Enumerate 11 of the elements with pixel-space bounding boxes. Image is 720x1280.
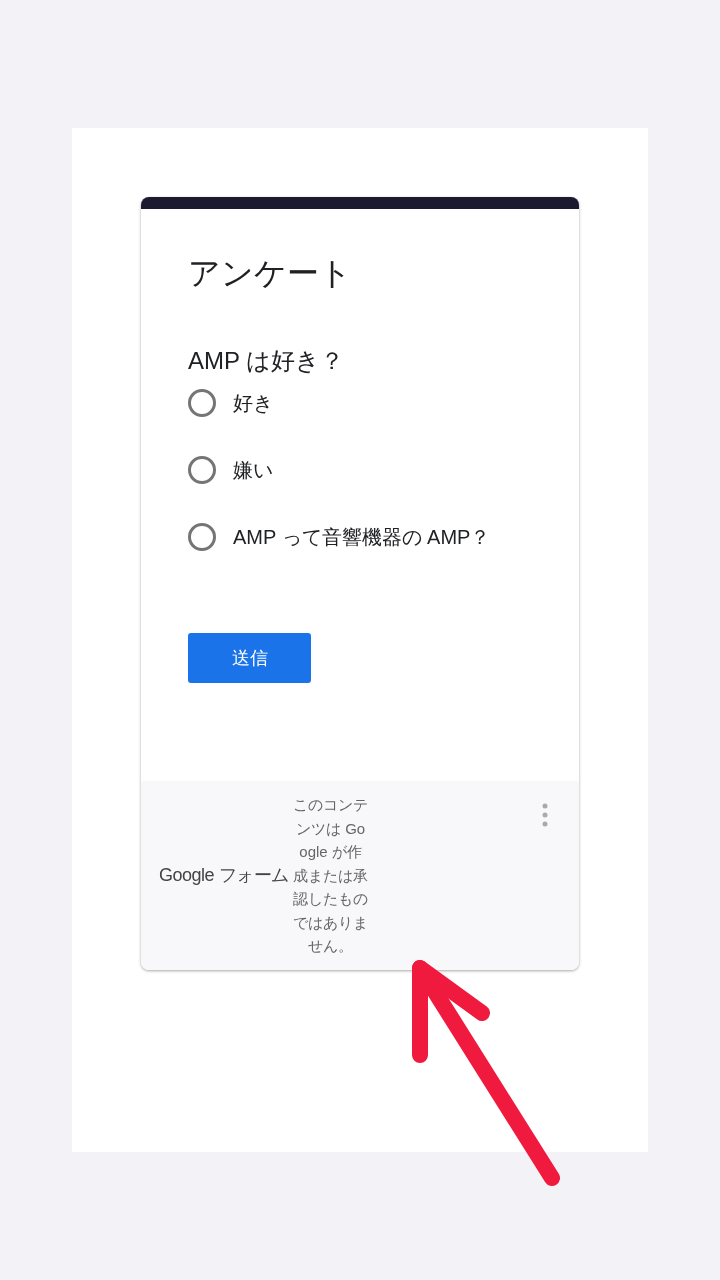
disclaimer-text: このコンテンツは Google が作成または承認したものではありません。 [292, 795, 369, 957]
brand-logo[interactable]: Google フォーム [159, 862, 289, 889]
option-label: 嫌い [233, 458, 273, 483]
form-title: アンケート [188, 254, 353, 293]
radio-button[interactable] [188, 389, 216, 417]
option-label: AMP って音響機器の AMP？ [233, 525, 491, 550]
option-label: 好き [233, 391, 273, 416]
submit-button[interactable]: 送信 [188, 633, 311, 683]
radio-button[interactable] [188, 523, 216, 551]
radio-button[interactable] [188, 456, 216, 484]
question-text: AMP は好き？ [188, 346, 346, 376]
